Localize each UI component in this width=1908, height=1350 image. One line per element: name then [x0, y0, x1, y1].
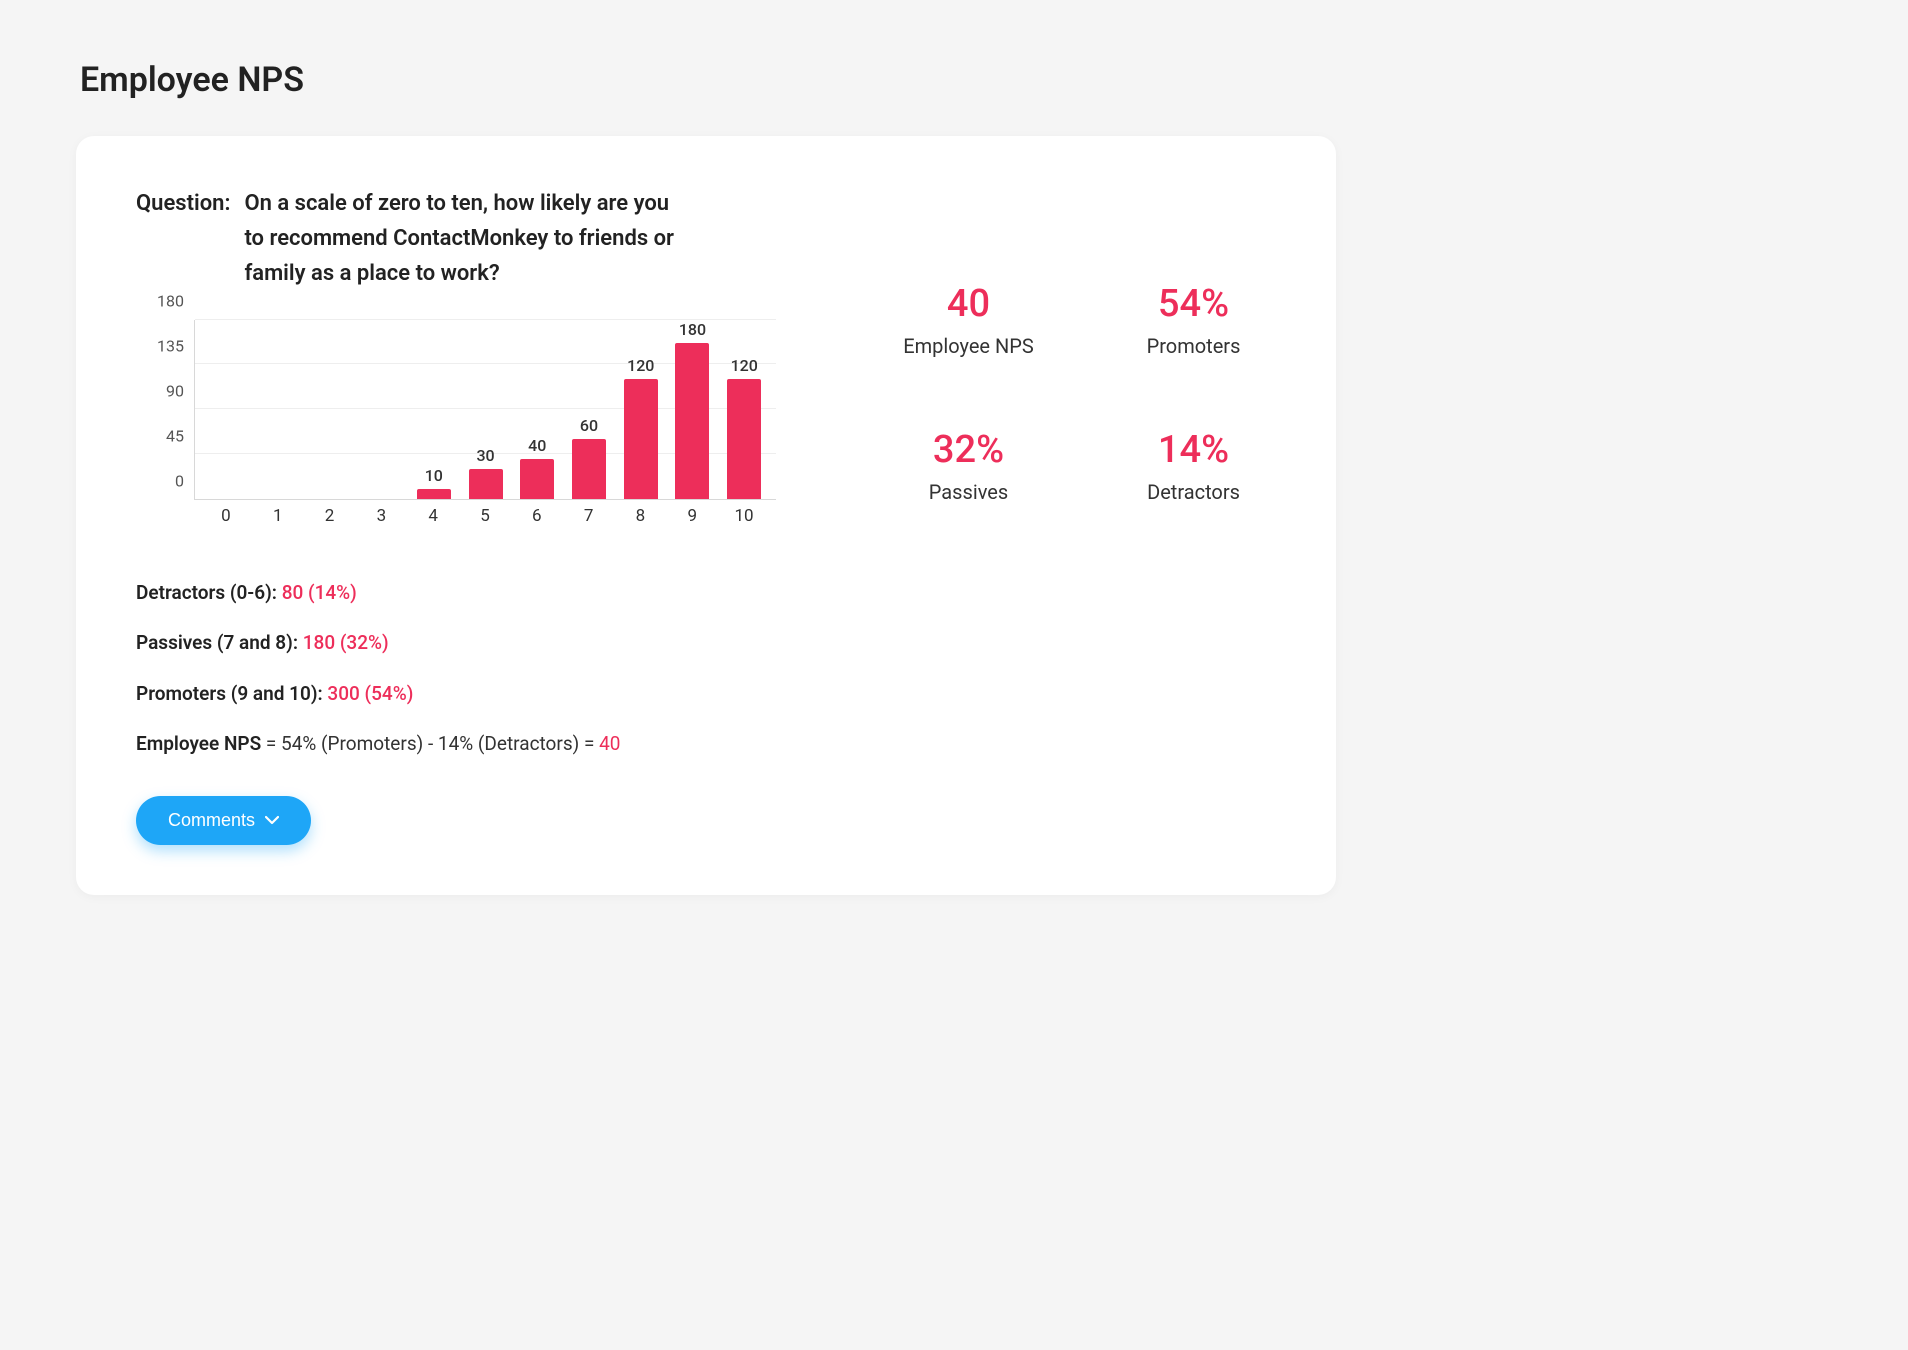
detractors-value: 80 (14%)	[282, 581, 357, 604]
bar-value-label: 120	[627, 356, 654, 375]
promoters-label: Promoters (9 and 10):	[136, 682, 327, 705]
question-text: On a scale of zero to ten, how likely ar…	[244, 186, 674, 292]
x-tick: 8	[615, 500, 667, 530]
x-tick: 4	[407, 500, 459, 530]
bar	[624, 379, 658, 498]
x-tick: 2	[304, 500, 356, 530]
nps-breakdown: Detractors (0-6): 80 (14%) Passives (7 a…	[136, 580, 846, 758]
x-tick: 1	[252, 500, 304, 530]
chart-plot-area: 10 30 40 60 120 180 120	[194, 320, 776, 500]
bar-slot	[201, 320, 253, 499]
bar-slot: 120	[718, 320, 770, 499]
chart-x-axis: 012345678910	[194, 500, 776, 530]
page-container: Employee NPS Question: On a scale of zer…	[76, 60, 1336, 895]
comments-button[interactable]: Comments	[136, 796, 311, 845]
nps-bar-chart: 04590135180 10304060120180120 0123456789…	[136, 320, 776, 530]
stat-value: 54%	[1111, 282, 1276, 326]
bar	[417, 489, 451, 499]
stat-value: 32%	[886, 428, 1051, 472]
nps-card: Question: On a scale of zero to ten, how…	[76, 136, 1336, 895]
breakdown-detractors: Detractors (0-6): 80 (14%)	[136, 580, 846, 607]
stat-label: Promoters	[1111, 334, 1276, 358]
bar-slot: 30	[460, 320, 512, 499]
breakdown-passives: Passives (7 and 8): 180 (32%)	[136, 630, 846, 657]
y-tick: 180	[157, 291, 184, 310]
bar-value-label: 180	[679, 320, 706, 339]
bar	[675, 343, 709, 499]
x-tick: 7	[563, 500, 615, 530]
stat-value: 40	[886, 282, 1051, 326]
y-tick: 0	[175, 471, 184, 490]
bar-slot: 40	[511, 320, 563, 499]
promoters-value: 300 (54%)	[327, 682, 413, 705]
bar-slot: 120	[615, 320, 667, 499]
question-row: Question: On a scale of zero to ten, how…	[136, 186, 846, 292]
x-tick: 5	[459, 500, 511, 530]
bar-value-label: 120	[731, 356, 758, 375]
bar-slot	[304, 320, 356, 499]
bar-slot	[253, 320, 305, 499]
stat-label: Passives	[886, 480, 1051, 504]
bar-value-label: 10	[425, 466, 443, 485]
bar	[572, 439, 606, 499]
passives-label: Passives (7 and 8):	[136, 631, 303, 654]
breakdown-promoters: Promoters (9 and 10): 300 (54%)	[136, 681, 846, 708]
stat-box: 32% Passives	[886, 428, 1051, 504]
formula-result: 40	[599, 732, 620, 755]
card-left-column: Question: On a scale of zero to ten, how…	[136, 186, 846, 845]
y-tick: 90	[166, 381, 184, 400]
chevron-down-icon	[265, 813, 279, 827]
x-tick: 0	[200, 500, 252, 530]
x-tick: 10	[718, 500, 770, 530]
stat-value: 14%	[1111, 428, 1276, 472]
bar	[520, 459, 554, 499]
card-right-column: 40 Employee NPS 54% Promoters 32% Passives 14%…	[846, 186, 1276, 845]
bar-slot: 10	[408, 320, 460, 499]
bar-slot: 180	[667, 320, 719, 499]
stat-box: 54% Promoters	[1111, 282, 1276, 358]
stats-grid: 40 Employee NPS 54% Promoters 32% Passives 14%…	[886, 282, 1276, 504]
stat-box: 14% Detractors	[1111, 428, 1276, 504]
bar	[469, 469, 503, 499]
bar	[727, 379, 761, 498]
x-tick: 3	[355, 500, 407, 530]
detractors-label: Detractors (0-6):	[136, 581, 282, 604]
chart-bars: 10 30 40 60 120 180 120	[195, 320, 776, 499]
chart-y-axis: 04590135180	[136, 320, 194, 500]
bar-slot: 60	[563, 320, 615, 499]
bar-value-label: 40	[528, 436, 546, 455]
stat-box: 40 Employee NPS	[886, 282, 1051, 358]
stat-label: Employee NPS	[886, 334, 1051, 358]
passives-value: 180 (32%)	[303, 631, 389, 654]
bar-value-label: 60	[580, 416, 598, 435]
y-tick: 45	[166, 426, 184, 445]
bar-slot	[356, 320, 408, 499]
question-label: Question:	[136, 186, 230, 292]
x-tick: 9	[666, 500, 718, 530]
formula-lhs: Employee NPS	[136, 732, 261, 755]
breakdown-formula: Employee NPS = 54% (Promoters) - 14% (De…	[136, 731, 846, 758]
y-tick: 135	[157, 336, 184, 355]
bar-value-label: 30	[476, 446, 494, 465]
formula-mid: = 54% (Promoters) - 14% (Detractors) =	[261, 732, 599, 755]
stat-label: Detractors	[1111, 480, 1276, 504]
page-title: Employee NPS	[80, 60, 1336, 100]
x-tick: 6	[511, 500, 563, 530]
comments-button-label: Comments	[168, 810, 255, 831]
